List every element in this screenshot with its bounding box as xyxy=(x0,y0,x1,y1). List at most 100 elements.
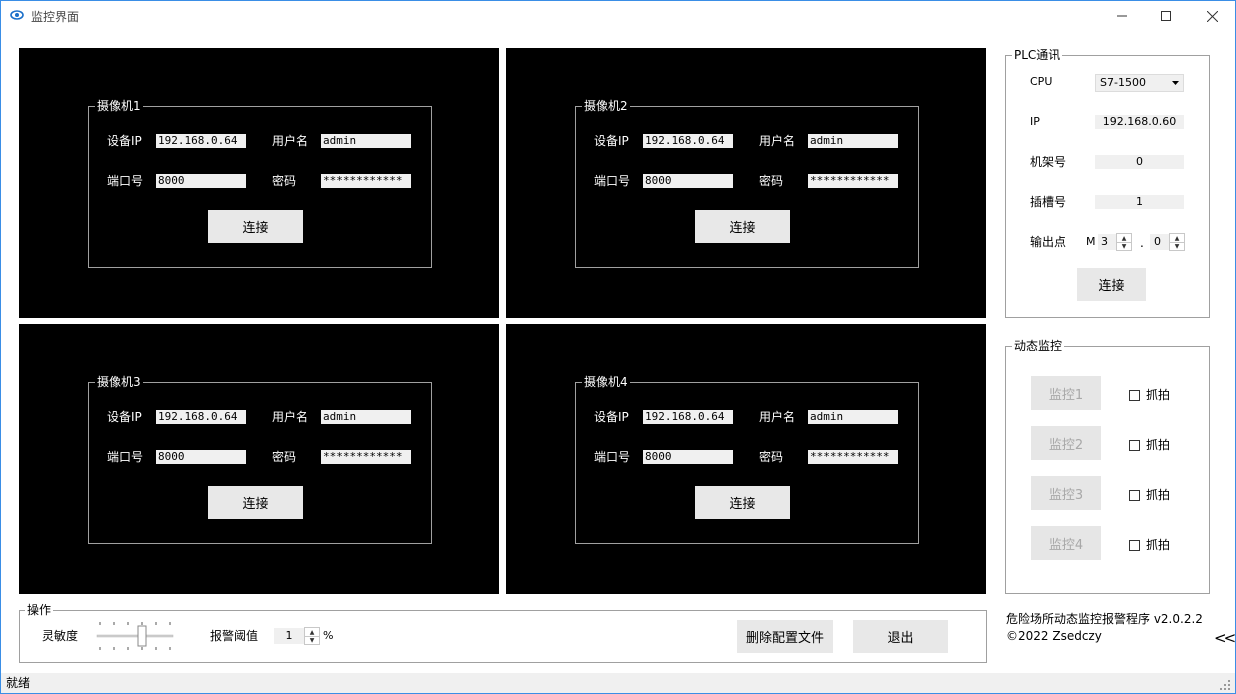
port-input[interactable]: 8000 xyxy=(156,174,246,188)
camera-connect-button[interactable]: 连接 xyxy=(695,210,790,243)
capture-3-label: 抓拍 xyxy=(1146,488,1171,502)
password-label: 密码 xyxy=(759,174,784,188)
ip-input[interactable]: 192.168.0.64 xyxy=(643,410,733,424)
output-bit-spinner[interactable]: ▲ ▼ xyxy=(1169,233,1185,251)
plc-connect-button[interactable]: 连接 xyxy=(1077,268,1146,301)
spin-down-icon[interactable]: ▼ xyxy=(1117,242,1131,250)
output-bit-input[interactable]: 0 xyxy=(1150,234,1170,250)
threshold-spinner[interactable]: ▲ ▼ xyxy=(304,627,320,645)
operation-title: 操作 xyxy=(25,602,54,618)
password-input[interactable]: ************ xyxy=(321,174,411,188)
app-icon xyxy=(10,10,24,20)
user-label: 用户名 xyxy=(272,410,309,424)
plc-group: PLC通讯 CPU S7-1500 IP 192.168.0.60 机架号 0 … xyxy=(1005,47,1210,318)
slider-thumb[interactable] xyxy=(137,625,147,647)
sensitivity-slider[interactable] xyxy=(96,621,174,651)
password-label: 密码 xyxy=(272,174,297,188)
output-dot: . xyxy=(1140,236,1144,250)
threshold-input[interactable]: 1 xyxy=(274,628,304,644)
ip-label: 设备IP xyxy=(107,134,142,148)
camera-view-4: 摄像机4 设备IP 192.168.0.64 用户名 admin 端口号 800… xyxy=(506,324,986,594)
sensitivity-label: 灵敏度 xyxy=(42,629,79,643)
monitor-title: 动态监控 xyxy=(1012,338,1065,354)
camera-connect-button[interactable]: 连接 xyxy=(695,486,790,519)
delete-config-button[interactable]: 删除配置文件 xyxy=(737,620,833,653)
minimize-button[interactable] xyxy=(1099,1,1145,31)
camera-view-3: 摄像机3 设备IP 192.168.0.64 用户名 admin 端口号 800… xyxy=(19,324,499,594)
output-prefix: M xyxy=(1086,235,1096,248)
password-input[interactable]: ************ xyxy=(321,450,411,464)
cpu-value: S7-1500 xyxy=(1100,76,1146,89)
output-label: 输出点 xyxy=(1030,235,1067,249)
monitor-group: 动态监控 监控1 抓拍 监控2 抓拍 监控3 抓拍 监控4 抓拍 xyxy=(1005,338,1210,594)
capture-1-label: 抓拍 xyxy=(1146,388,1171,402)
slider-track xyxy=(96,622,174,650)
slot-input[interactable]: 1 xyxy=(1095,195,1184,209)
maximize-icon xyxy=(1161,11,1171,21)
password-input[interactable]: ************ xyxy=(808,450,898,464)
capture-3-checkbox[interactable] xyxy=(1129,490,1140,501)
title-bar: 监控界面 xyxy=(1,1,1235,31)
capture-4-checkbox[interactable] xyxy=(1129,540,1140,551)
camera-title: 摄像机1 xyxy=(95,98,143,114)
chevron-down-icon xyxy=(1172,81,1179,85)
camera-title: 摄像机2 xyxy=(582,98,630,114)
password-input[interactable]: ************ xyxy=(808,174,898,188)
user-label: 用户名 xyxy=(759,410,796,424)
port-label: 端口号 xyxy=(594,450,631,464)
cpu-label: CPU xyxy=(1030,75,1053,88)
camera-title: 摄像机3 xyxy=(95,374,143,390)
camera-view-2: 摄像机2 设备IP 192.168.0.64 用户名 admin 端口号 800… xyxy=(506,48,986,318)
output-byte-input[interactable]: 3 xyxy=(1098,234,1118,250)
ip-input[interactable]: 192.168.0.64 xyxy=(156,134,246,148)
ip-label: 设备IP xyxy=(594,410,629,424)
user-label: 用户名 xyxy=(272,134,309,148)
monitor-4-button[interactable]: 监控4 xyxy=(1031,526,1101,560)
password-label: 密码 xyxy=(759,450,784,464)
camera-connect-button[interactable]: 连接 xyxy=(208,210,303,243)
ip-input[interactable]: 192.168.0.64 xyxy=(643,134,733,148)
camera-group-3: 摄像机3 设备IP 192.168.0.64 用户名 admin 端口号 800… xyxy=(88,374,432,544)
rack-input[interactable]: 0 xyxy=(1095,155,1184,169)
exit-button[interactable]: 退出 xyxy=(853,620,948,653)
capture-2-checkbox[interactable] xyxy=(1129,440,1140,451)
copyright: ©2022 Zsedczy xyxy=(1006,629,1102,643)
port-input[interactable]: 8000 xyxy=(156,450,246,464)
camera-title: 摄像机4 xyxy=(582,374,630,390)
user-input[interactable]: admin xyxy=(808,134,898,148)
close-icon xyxy=(1206,10,1218,22)
monitor-2-button[interactable]: 监控2 xyxy=(1031,426,1101,460)
window-title: 监控界面 xyxy=(31,10,80,24)
rack-label: 机架号 xyxy=(1030,155,1067,169)
output-byte-spinner[interactable]: ▲ ▼ xyxy=(1116,233,1132,251)
collapse-button[interactable]: << xyxy=(1214,630,1236,646)
user-input[interactable]: admin xyxy=(321,134,411,148)
slot-label: 插槽号 xyxy=(1030,195,1067,209)
port-label: 端口号 xyxy=(594,174,631,188)
camera-connect-button[interactable]: 连接 xyxy=(208,486,303,519)
port-input[interactable]: 8000 xyxy=(643,450,733,464)
minimize-icon xyxy=(1117,15,1127,17)
close-button[interactable] xyxy=(1189,1,1235,31)
resize-grip-icon[interactable] xyxy=(1219,679,1231,691)
cpu-select[interactable]: S7-1500 xyxy=(1095,74,1184,92)
ip-label: 设备IP xyxy=(594,134,629,148)
port-input[interactable]: 8000 xyxy=(643,174,733,188)
user-input[interactable]: admin xyxy=(321,410,411,424)
threshold-unit: % xyxy=(323,629,334,642)
spin-down-icon[interactable]: ▼ xyxy=(1170,242,1184,250)
ip-input[interactable]: 192.168.0.64 xyxy=(156,410,246,424)
threshold-label: 报警阈值 xyxy=(210,629,259,643)
camera-group-1: 摄像机1 设备IP 192.168.0.64 用户名 admin 端口号 800… xyxy=(88,98,432,268)
monitor-3-button[interactable]: 监控3 xyxy=(1031,476,1101,510)
port-label: 端口号 xyxy=(107,450,144,464)
status-text: 就绪 xyxy=(6,676,31,690)
password-label: 密码 xyxy=(272,450,297,464)
user-input[interactable]: admin xyxy=(808,410,898,424)
monitor-1-button[interactable]: 监控1 xyxy=(1031,376,1101,410)
operation-group: 操作 灵敏度 报警阈值 1 ▲ ▼ % 删除配置文件 退出 xyxy=(19,602,987,663)
maximize-button[interactable] xyxy=(1143,1,1189,31)
plc-ip-input[interactable]: 192.168.0.60 xyxy=(1095,115,1184,129)
capture-1-checkbox[interactable] xyxy=(1129,390,1140,401)
spin-down-icon[interactable]: ▼ xyxy=(305,636,319,644)
